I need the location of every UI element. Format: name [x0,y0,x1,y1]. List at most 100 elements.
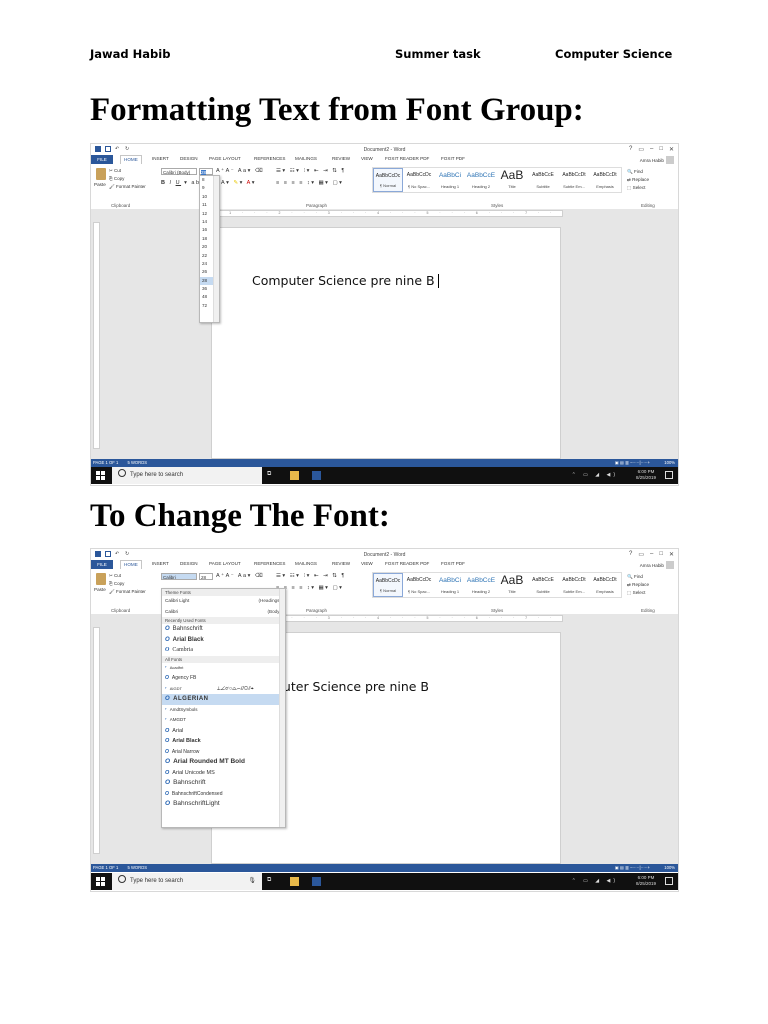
font-option-algerian[interactable]: O ALGERIAN [162,694,285,705]
tab-references[interactable]: REFERENCES [254,156,285,161]
list-indent-icons[interactable]: ☰▾ ☷▾ ⁝▾ ⇤ ⇥ ⇅ ¶ [276,573,346,579]
font-option-amdtsymbols[interactable]: ᵀ AmdtSymbols [162,705,285,716]
tab-view[interactable]: VIEW [361,156,373,161]
text-effects-highlight-color-icons[interactable]: A▾ ✎▾ A▾ [221,180,256,186]
font-option-bahnschrift-light[interactable]: O BahnschriftLight [162,799,285,810]
tab-references[interactable]: REFERENCES [254,561,285,566]
font-option-agency-fb[interactable]: O Agency FB [162,673,285,684]
maximize-icon[interactable]: □ [659,551,663,558]
status-words[interactable]: 5 WORDS [127,865,147,870]
tab-design[interactable]: DESIGN [180,561,198,566]
paste-button[interactable]: Paste [94,573,108,593]
style-heading-2[interactable]: AaBbCcE Heading 2 [466,573,496,597]
windows-start-icon[interactable] [96,877,105,886]
word-taskbar-icon[interactable] [312,471,321,480]
status-page[interactable]: PAGE 1 OF 1 [93,460,118,465]
task-view-icon[interactable]: ⧉ [267,877,276,886]
ribbon-display-icon[interactable]: ▭ [638,146,644,153]
maximize-icon[interactable]: □ [659,146,663,153]
grow-shrink-font-icons[interactable]: A⁺A⁻ Aa▾ ⌫ [216,573,264,579]
style-heading-2[interactable]: AaBbCcE Heading 2 [466,168,496,192]
font-option-calibri[interactable]: Calibri (Body) [162,607,285,618]
tab-page-layout[interactable]: PAGE LAYOUT [209,561,241,566]
font-size-box[interactable]: 28 [199,573,213,580]
tab-foxit-pdf[interactable]: FOXIT PDF [441,561,465,566]
font-name-box[interactable]: Calibri (Body) [161,168,197,175]
style-no-spacing[interactable]: AaBbCcDc ¶ No Spac... [404,573,434,597]
notification-icon[interactable] [665,471,673,479]
font-size-box[interactable]: 28 [199,168,213,175]
list-indent-icons[interactable]: ☰▾ ☷▾ ⁝▾ ⇤ ⇥ ⇅ ¶ [276,168,346,174]
copy-button[interactable]: ⎘ Copy [109,175,146,183]
style-heading-1[interactable]: AaBbCi Heading 1 [435,168,465,192]
minimize-icon[interactable]: – [650,551,653,558]
format-painter-button[interactable]: 🖌 Format Painter [109,183,146,191]
style-title[interactable]: AaB Title [497,573,527,597]
file-explorer-icon[interactable] [290,877,299,886]
microphone-icon[interactable]: 🎙 [248,873,256,890]
zoom-slider[interactable]: ▣ ▤ ▥ –·····|·····+ [615,864,650,872]
copy-button[interactable]: ⎘ Copy [109,580,146,588]
format-painter-button[interactable]: 🖌 Format Painter [109,588,146,596]
dropdown-scrollbar[interactable] [213,176,219,322]
tab-review[interactable]: REVIEW [332,561,350,566]
select-button[interactable]: ⬚ Select [627,589,649,597]
close-icon[interactable]: ✕ [669,551,674,558]
windows-start-icon[interactable] [96,471,105,480]
style-emphasis[interactable]: AaBbCcDt Emphasis [590,573,620,597]
replace-button[interactable]: ⇄ Replace [627,176,649,184]
tab-mailings[interactable]: MAILINGS [295,561,317,566]
tab-file[interactable]: FILE [91,155,113,164]
select-button[interactable]: ⬚ Select [627,184,649,192]
tab-foxit-reader-pdf[interactable]: FOXIT READER PDF [385,561,429,566]
font-option-arial-unicode[interactable]: O Arial Unicode MS [162,768,285,779]
document-text[interactable]: puter Science pre nine B [275,679,429,694]
tab-view[interactable]: VIEW [361,561,373,566]
tab-mailings[interactable]: MAILINGS [295,156,317,161]
cut-button[interactable]: ✂ Cut [109,572,146,580]
user-account[interactable]: Amra Habib [640,561,674,569]
font-option-bahnschrift-condensed[interactable]: O BahnschriftCondensed [162,789,285,800]
help-icon[interactable]: ? [629,551,632,558]
tab-insert[interactable]: INSERT [152,561,169,566]
document-text[interactable]: Computer Science pre nine B [252,273,439,288]
font-option-arial-rounded[interactable]: O Arial Rounded MT Bold [162,757,285,768]
font-option-amgdt[interactable]: ᵀ AMGDT [162,715,285,726]
zoom-level[interactable]: 100% [664,864,675,872]
font-name-box[interactable]: Calibri [161,573,197,580]
font-option-cambria[interactable]: O Cambria [162,645,285,656]
user-account[interactable]: Amra Habib [640,156,674,164]
replace-button[interactable]: ⇄ Replace [627,581,649,589]
document-page[interactable]: Computer Science pre nine B [211,227,561,459]
tab-insert[interactable]: INSERT [152,156,169,161]
style-normal[interactable]: AaBbCcDc ¶ Normal [373,573,403,597]
find-button[interactable]: 🔍 Find [627,573,649,581]
status-page[interactable]: PAGE 1 OF 1 [93,865,118,870]
tab-page-layout[interactable]: PAGE LAYOUT [209,156,241,161]
tab-foxit-pdf[interactable]: FOXIT PDF [441,156,465,161]
font-option-bahnschrift-2[interactable]: O Bahnschrift [162,778,285,789]
file-explorer-icon[interactable] [290,471,299,480]
tab-design[interactable]: DESIGN [180,156,198,161]
zoom-level[interactable]: 100% [664,459,675,467]
style-subtle-emphasis[interactable]: AaBbCcDt Subtle Em... [559,573,589,597]
system-tray-icons[interactable]: ⌃ ▭ ◢ ◀) [572,472,618,478]
cut-button[interactable]: ✂ Cut [109,167,146,175]
tab-review[interactable]: REVIEW [332,156,350,161]
style-no-spacing[interactable]: AaBbCcDc ¶ No Spac... [404,168,434,192]
alignment-shading-icons[interactable]: ≡ ≡ ≡ ≡ ↕▾ ▦▾ ▢▾ [276,585,343,591]
font-option-bahnschrift[interactable]: O Bahnschrift [162,624,285,635]
style-normal[interactable]: AaBbCcDc ¶ Normal [373,168,403,192]
tab-foxit-reader-pdf[interactable]: FOXIT READER PDF [385,156,429,161]
find-button[interactable]: 🔍 Find [627,168,649,176]
font-option-calibri-light[interactable]: Calibri Light (Headings) [162,596,285,607]
task-view-icon[interactable]: ⧉ [267,471,276,480]
close-icon[interactable]: ✕ [669,146,674,153]
status-words[interactable]: 5 WORDS [127,460,147,465]
style-title[interactable]: AaB Title [497,168,527,192]
font-option-aigdt[interactable]: ᵀ AIGDT ⟂∠⌭○⌓⌒//⊙⫽⌖ [162,684,285,695]
style-subtitle[interactable]: AaBbCcE Subtitle [528,573,558,597]
tab-home[interactable]: HOME [120,560,142,569]
taskbar-search[interactable]: Type here to search 🎙 [112,873,262,890]
style-subtle-emphasis[interactable]: AaBbCcDt Subtle Em... [559,168,589,192]
